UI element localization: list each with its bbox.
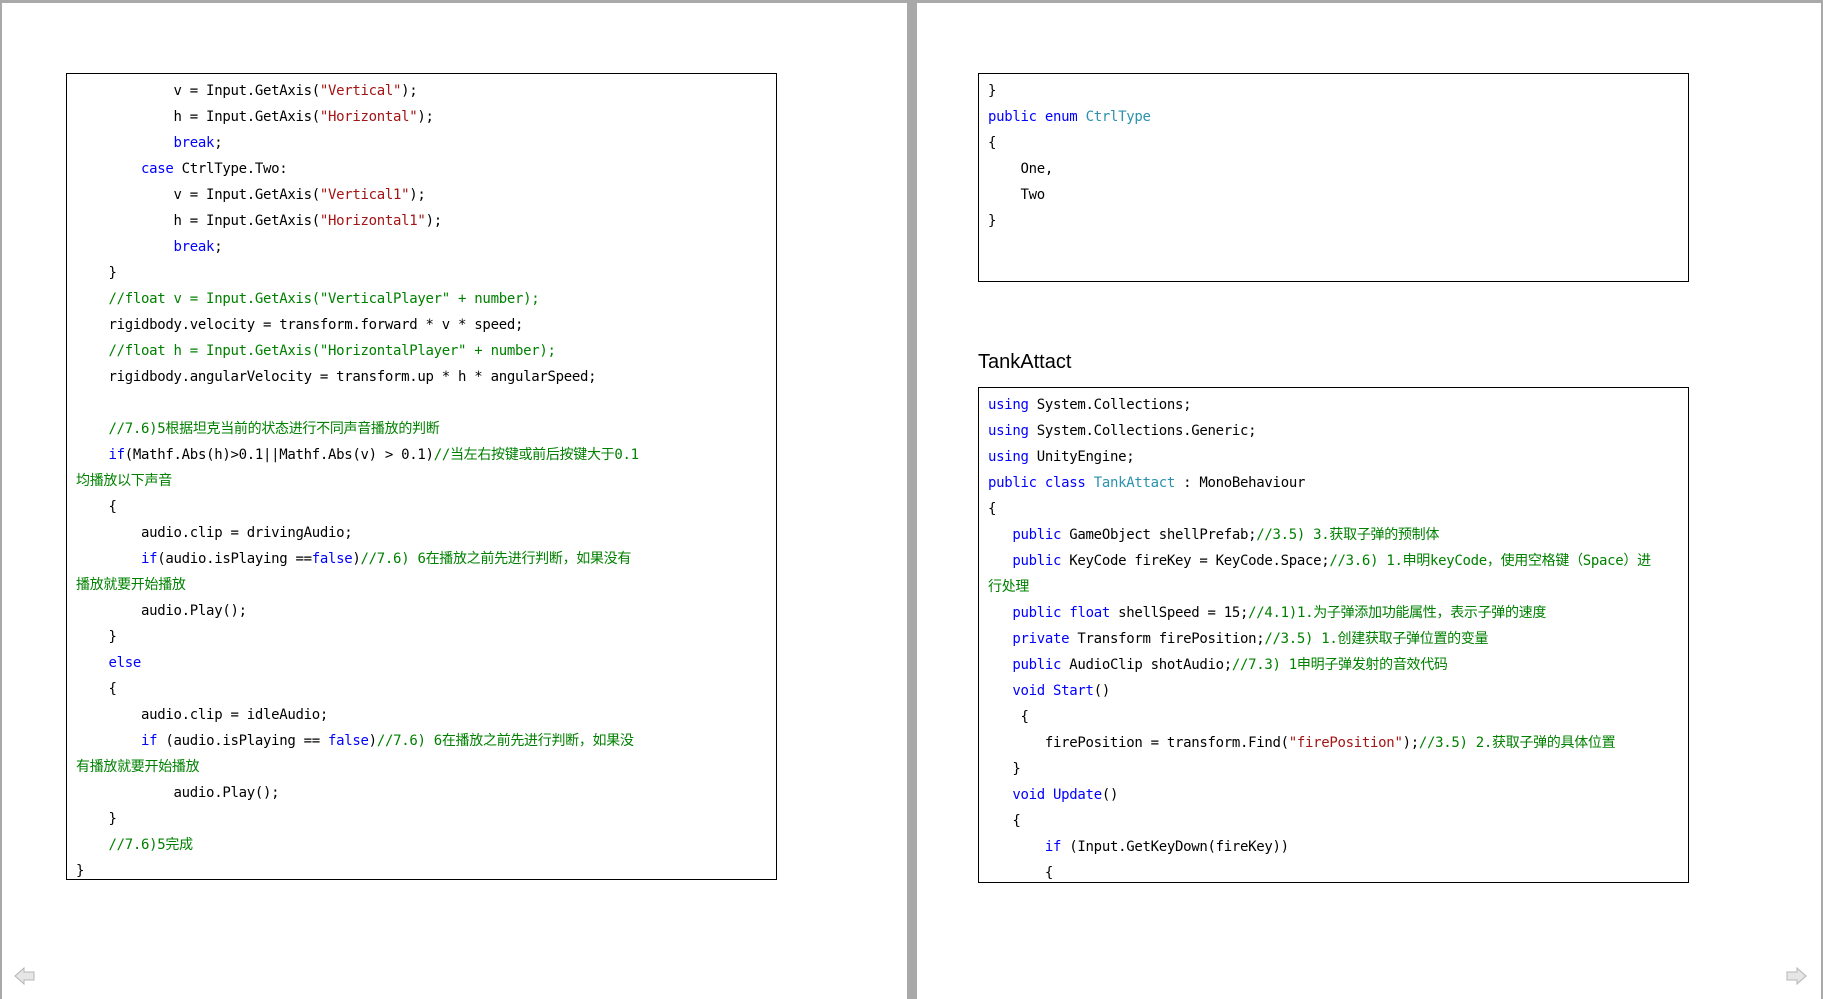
code-line: }	[76, 863, 85, 879]
code-block-tankattact: using System.Collections; using System.Co…	[978, 387, 1689, 883]
code-line: public float shellSpeed = 15;//4.1)1.为子弹…	[1012, 605, 1547, 621]
code-line: }	[988, 83, 997, 99]
next-page-button[interactable]	[1785, 966, 1807, 986]
code-line: //float v = Input.GetAxis("VerticalPlaye…	[108, 291, 540, 307]
code-line: {	[76, 499, 117, 515]
code-line: private Transform firePosition;//3.5) 1.…	[1012, 631, 1489, 647]
document-page-left: v = Input.GetAxis("Vertical"); h = Input…	[2, 3, 907, 999]
code-line: }	[988, 761, 1021, 777]
code-line: audio.clip = idleAudio;	[76, 707, 328, 723]
arrow-right-icon	[1786, 966, 1807, 986]
code-line: public GameObject shellPrefab;//3.5) 3.获…	[1012, 527, 1440, 543]
code-line: rigidbody.angularVelocity = transform.up…	[76, 369, 597, 385]
code-line: {	[988, 813, 1021, 829]
prev-page-button[interactable]	[14, 966, 36, 986]
code-line: else	[108, 655, 142, 671]
code-line: public AudioClip shotAudio;//7.3) 1申明子弹发…	[1012, 657, 1448, 673]
code-line: void Start()	[1012, 683, 1110, 699]
code-line: public enum CtrlType	[988, 109, 1151, 125]
code-line: }	[988, 213, 997, 229]
code-line: rigidbody.velocity = transform.forward *…	[76, 317, 524, 333]
code-line: audio.Play();	[76, 785, 280, 801]
code-line: if(Mathf.Abs(h)>0.1||Mathf.Abs(v) > 0.1)…	[108, 447, 640, 463]
code-line: {	[988, 865, 1054, 881]
code-line: break;	[173, 135, 223, 151]
code-line: using UnityEngine;	[988, 449, 1135, 465]
code-line: public class TankAttact : MonoBehaviour	[988, 475, 1306, 491]
code-line: case CtrlType.Two:	[141, 161, 288, 177]
code-line: using System.Collections;	[988, 397, 1192, 413]
code-line: h = Input.GetAxis("Horizontal");	[76, 109, 434, 125]
code-line: audio.Play();	[76, 603, 247, 619]
code-line: {	[988, 135, 997, 151]
code-line: {	[76, 681, 117, 697]
code-line: if (Input.GetKeyDown(fireKey))	[1044, 839, 1289, 855]
code-line: using System.Collections.Generic;	[988, 423, 1257, 439]
code-line: One,	[988, 161, 1054, 177]
code-line: firePosition = transform.Find("firePosit…	[988, 735, 1616, 751]
code-block-enum: } public enum CtrlType { One, Two}	[978, 73, 1689, 282]
document-page-right: } public enum CtrlType { One, Two} TankAtt…	[917, 3, 1821, 999]
code-line: h = Input.GetAxis("Horizontal1");	[76, 213, 443, 229]
code-line: break;	[173, 239, 223, 255]
arrow-left-icon	[14, 966, 35, 986]
code-line: }	[76, 265, 117, 281]
code-line: void Update()	[1012, 787, 1119, 803]
code-line: if(audio.isPlaying ==false)//7.6) 6在播放之前…	[141, 551, 632, 567]
code-line: 行处理	[988, 579, 1030, 595]
code-line: 有播放就要开始播放	[76, 759, 200, 775]
section-heading: TankAttact	[978, 351, 1072, 373]
code-line: {	[988, 709, 1029, 725]
code-line: audio.clip = drivingAudio;	[76, 525, 353, 541]
code-line: {	[988, 501, 997, 517]
code-line: public KeyCode fireKey = KeyCode.Space;/…	[1012, 553, 1651, 569]
code-line: if (audio.isPlaying == false)//7.6) 6在播放…	[141, 733, 634, 749]
code-line: //float h = Input.GetAxis("HorizontalPla…	[108, 343, 556, 359]
code-line: v = Input.GetAxis("Vertical1");	[76, 187, 426, 203]
code-line: }	[76, 811, 117, 827]
code-block: v = Input.GetAxis("Vertical"); h = Input…	[66, 73, 777, 880]
code-line: Two	[988, 187, 1046, 203]
code-line: //7.6)5完成	[108, 837, 194, 853]
code-line: 播放就要开始播放	[76, 577, 186, 593]
code-line: v = Input.GetAxis("Vertical");	[76, 83, 418, 99]
code-line: //7.6)5根据坦克当前的状态进行不同声音播放的判断	[108, 421, 440, 437]
code-line: 均播放以下声音	[76, 473, 172, 489]
code-line: }	[76, 629, 117, 645]
